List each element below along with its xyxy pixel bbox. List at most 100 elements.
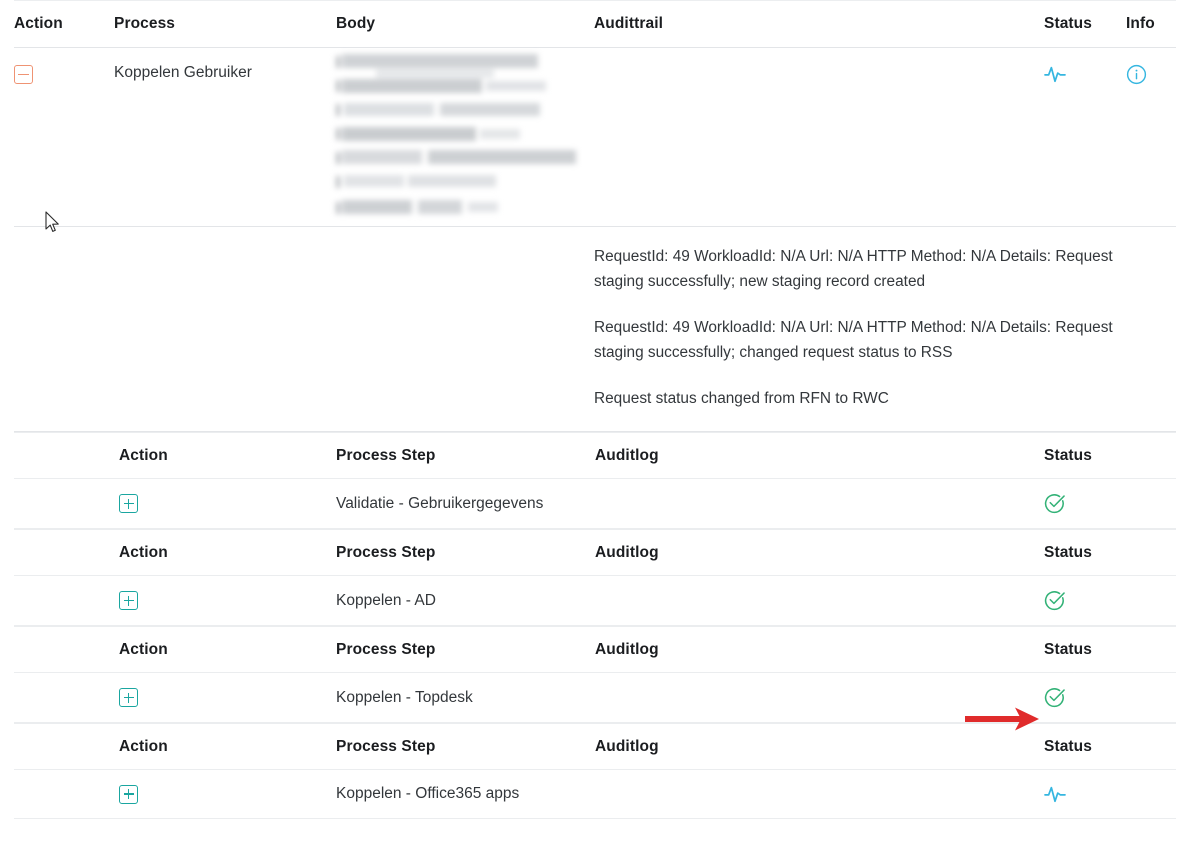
audittrail-spacer-action [14,226,114,432]
audittrail-entry: RequestId: 49 WorkloadId: N/A Url: N/A H… [594,248,1113,290]
step-name-cell: Koppelen - Office365 apps [336,769,595,819]
process-step-table: Action Process Step Auditlog Status Kopp… [14,626,1176,723]
process-step-table-header: Action Process Step Auditlog Status [14,432,1176,479]
step-status-cell [1044,575,1176,626]
column-header-process-step: Process Step [336,723,595,770]
column-header-auditlog: Auditlog [595,529,1044,576]
column-header-process-step: Process Step [336,626,595,673]
spacer-cell [14,575,119,626]
process-step-name: Koppelen - Office365 apps [336,785,520,802]
step-auditlog-cell [595,672,1044,723]
plus-square-icon[interactable] [119,591,138,610]
process-table-header: Action Process Body Audittrail Status In… [14,0,1176,48]
process-step-table: Action Process Step Auditlog Status Kopp… [14,723,1176,819]
audittrail-detail-row: RequestId: 49 WorkloadId: N/A Url: N/A H… [14,226,1176,432]
table-row: Koppelen - Topdesk [14,672,1176,723]
process-table: Action Process Body Audittrail Status In… [14,0,1176,432]
column-header-auditlog: Auditlog [595,432,1044,479]
check-circle-icon[interactable] [1044,493,1065,514]
audittrail-spacer-body [336,226,594,432]
column-header-action: Action [119,626,336,673]
column-header-status: Status [1044,529,1176,576]
table-header-row: Action Process Step Auditlog Status [14,529,1176,576]
step-name-cell: Validatie - Gebruikergegevens [336,478,595,529]
process-row-status-cell [1044,47,1126,227]
process-step-table: Action Process Step Auditlog Status Vali… [14,432,1176,529]
process-step-table-header: Action Process Step Auditlog Status [14,626,1176,673]
process-table-body: Koppelen Gebruiker RequestId: 49 Workloa… [14,47,1176,432]
spacer-cell [14,723,119,770]
process-row-audittrail-cell [594,47,1044,227]
audittrail-entry: RequestId: 49 WorkloadId: N/A Url: N/A H… [594,319,1113,361]
column-header-auditlog: Auditlog [595,723,1044,770]
column-header-status: Status [1044,432,1176,479]
process-step-table-body: Koppelen - AD [14,575,1176,626]
spacer-cell [14,672,119,723]
process-row-name-cell: Koppelen Gebruiker [114,47,336,227]
column-header-status: Status [1044,626,1176,673]
process-step-table-header: Action Process Step Auditlog Status [14,723,1176,770]
table-row: Koppelen - Office365 apps [14,769,1176,819]
column-header-process-step: Process Step [336,529,595,576]
spacer-cell [14,769,119,819]
spacer-cell [14,529,119,576]
step-name-cell: Koppelen - AD [336,575,595,626]
process-row-info-cell [1126,47,1176,227]
process-step-table: Action Process Step Auditlog Status Kopp… [14,529,1176,626]
process-step-name: Validatie - Gebruikergegevens [336,494,544,512]
process-step-table-body: Koppelen - Topdesk [14,672,1176,723]
column-header-body: Body [336,0,594,48]
step-action-cell [119,575,336,626]
column-header-action: Action [14,0,114,48]
column-header-action: Action [119,529,336,576]
check-circle-icon[interactable] [1044,687,1065,708]
process-row-body-cell [336,47,594,227]
column-header-info: Info [1126,0,1176,48]
process-detail-page: Action Process Body Audittrail Status In… [0,0,1197,864]
process-step-name: Koppelen - Topdesk [336,688,473,706]
step-auditlog-cell [595,478,1044,529]
plus-square-icon[interactable] [119,494,138,513]
table-row: Validatie - Gebruikergegevens [14,478,1176,529]
step-status-cell [1044,769,1176,819]
process-step-table-header: Action Process Step Auditlog Status [14,529,1176,576]
table-header-row: Action Process Body Audittrail Status In… [14,0,1176,48]
process-row-action-cell [14,47,114,227]
table-header-row: Action Process Step Auditlog Status [14,723,1176,770]
column-header-action: Action [119,723,336,770]
activity-pulse-icon[interactable] [1044,784,1066,804]
process-step-table-body: Koppelen - Office365 apps [14,769,1176,819]
step-auditlog-cell [595,575,1044,626]
redacted-body-content [336,54,576,226]
step-auditlog-cell [595,769,1044,819]
column-header-auditlog: Auditlog [595,626,1044,673]
minus-square-icon[interactable] [14,65,33,84]
info-circle-icon[interactable] [1126,64,1147,85]
audittrail-entry: Request status changed from RFN to RWC [594,390,889,407]
audittrail-entries-cell: RequestId: 49 WorkloadId: N/A Url: N/A H… [594,226,1176,432]
column-header-audittrail: Audittrail [594,0,1044,48]
audittrail-spacer-process [114,226,336,432]
column-header-process: Process [114,0,336,48]
plus-square-icon[interactable] [119,688,138,707]
column-header-action: Action [119,432,336,479]
table-header-row: Action Process Step Auditlog Status [14,432,1176,479]
process-name: Koppelen Gebruiker [114,64,252,81]
activity-pulse-icon[interactable] [1044,64,1066,84]
audittrail-empty [594,48,1044,77]
process-step-table-body: Validatie - Gebruikergegevens [14,478,1176,529]
step-action-cell [119,672,336,723]
step-action-cell [119,769,336,819]
plus-square-icon[interactable] [119,784,138,804]
table-row: Koppelen Gebruiker [14,47,1176,227]
process-step-name: Koppelen - AD [336,591,436,609]
step-status-cell [1044,478,1176,529]
column-header-status: Status [1044,723,1176,770]
step-action-cell [119,478,336,529]
step-name-cell: Koppelen - Topdesk [336,672,595,723]
column-header-process-step: Process Step [336,432,595,479]
spacer-cell [14,478,119,529]
check-circle-icon[interactable] [1044,590,1065,611]
table-header-row: Action Process Step Auditlog Status [14,626,1176,673]
spacer-cell [14,626,119,673]
